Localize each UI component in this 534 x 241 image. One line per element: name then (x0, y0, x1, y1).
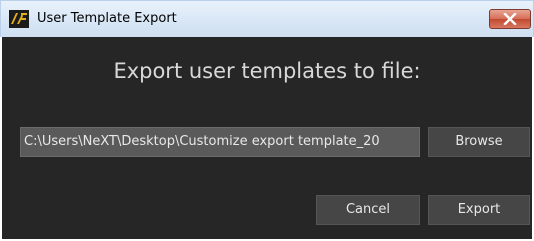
file-path-field[interactable]: C:\Users\NeXT\Desktop\Customize export t… (20, 127, 420, 157)
window-title: User Template Export (37, 11, 177, 26)
dialog-content: Export user templates to file: C:\Users\… (2, 37, 532, 239)
title-bar[interactable]: User Template Export (0, 0, 534, 37)
cancel-button[interactable]: Cancel (316, 195, 420, 225)
close-button[interactable] (489, 9, 531, 29)
export-button[interactable]: Export (428, 195, 530, 225)
close-icon (503, 13, 517, 25)
export-dialog-window: User Template Export Export user templat… (0, 0, 534, 241)
browse-button[interactable]: Browse (428, 127, 530, 157)
next-logo-icon (9, 10, 29, 28)
dialog-heading: Export user templates to file: (113, 59, 421, 83)
